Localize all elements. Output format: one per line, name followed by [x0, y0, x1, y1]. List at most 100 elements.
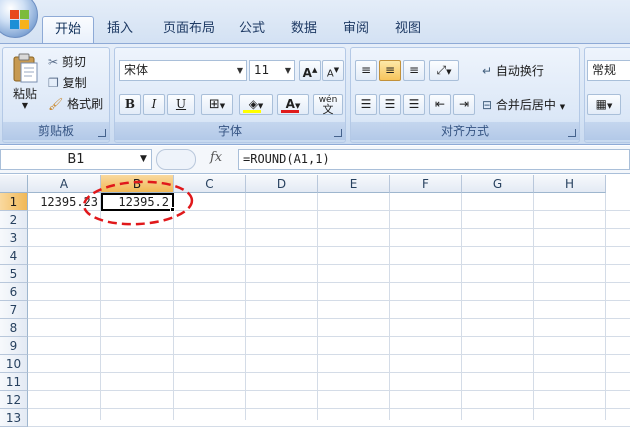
- row-header-10[interactable]: 10: [0, 355, 28, 373]
- tab-review[interactable]: 审阅: [336, 16, 376, 42]
- row-gridline: [28, 354, 630, 355]
- formula-input[interactable]: =ROUND(A1,1): [238, 149, 630, 170]
- column-header-h[interactable]: H: [534, 175, 606, 193]
- row-header-12[interactable]: 12: [0, 391, 28, 409]
- font-size-value: 11: [254, 63, 270, 77]
- grow-font-icon: A: [302, 66, 312, 80]
- row-header-1[interactable]: 1: [0, 193, 28, 211]
- paste-button[interactable]: 粘贴 ▼: [7, 50, 43, 114]
- clipboard-group: 粘贴 ▼ ✂ 剪切 ❐ 复制 🖌 格式刷 剪贴板: [2, 47, 110, 143]
- tab-data[interactable]: 数据: [284, 16, 324, 42]
- grow-font-button[interactable]: A▲: [299, 60, 321, 81]
- row-header-4[interactable]: 4: [0, 247, 28, 265]
- tab-page-layout[interactable]: 页面布局: [152, 16, 226, 42]
- office-logo-icon: [10, 10, 30, 30]
- paste-icon: [13, 53, 38, 83]
- row-header-5[interactable]: 5: [0, 265, 28, 283]
- row-header-13[interactable]: 13: [0, 409, 28, 427]
- chevron-down-icon: ▼: [284, 66, 292, 75]
- chevron-down-icon: ▼: [21, 101, 29, 110]
- align-top-icon: ≡: [360, 63, 372, 77]
- align-left-button[interactable]: ☰: [355, 94, 377, 115]
- alignment-dialog-launcher[interactable]: [568, 129, 576, 137]
- number-format-combobox[interactable]: 常规: [587, 60, 630, 81]
- decrease-indent-button[interactable]: ⇤: [429, 94, 451, 115]
- column-header-g[interactable]: G: [462, 175, 534, 193]
- phonetic-button[interactable]: wén 文: [313, 94, 343, 115]
- align-bottom-icon: ≡: [408, 63, 420, 77]
- orientation-button[interactable]: ⤢▼: [429, 60, 459, 81]
- fill-color-swatch: [243, 110, 261, 113]
- cut-label: 剪切: [61, 55, 86, 69]
- copy-icon: ❐: [48, 76, 59, 90]
- row-header-9[interactable]: 9: [0, 337, 28, 355]
- select-all-button[interactable]: [0, 175, 28, 193]
- column-gridline: [533, 193, 534, 420]
- fill-color-button[interactable]: ◈▼: [239, 94, 273, 115]
- font-name-combobox[interactable]: 宋体 ▼: [119, 60, 247, 81]
- name-box[interactable]: B1: [0, 149, 152, 170]
- row-gridline: [28, 246, 630, 247]
- column-header-e[interactable]: E: [318, 175, 390, 193]
- borders-button[interactable]: ⊞▼: [201, 94, 233, 115]
- format-painter-button[interactable]: 🖌 格式刷: [47, 93, 109, 115]
- clipboard-dialog-launcher[interactable]: [98, 129, 106, 137]
- formula-bar: B1 ▼ fx =ROUND(A1,1): [0, 146, 630, 174]
- row-header-7[interactable]: 7: [0, 301, 28, 319]
- row-gridline: [28, 264, 630, 265]
- column-header-f[interactable]: F: [390, 175, 462, 193]
- row-header-8[interactable]: 8: [0, 319, 28, 337]
- increase-indent-button[interactable]: ⇥: [453, 94, 475, 115]
- font-dialog-launcher[interactable]: [334, 129, 342, 137]
- row-header-6[interactable]: 6: [0, 283, 28, 301]
- column-gridline: [389, 193, 390, 420]
- column-header-d[interactable]: D: [246, 175, 318, 193]
- cut-button[interactable]: ✂ 剪切: [47, 51, 107, 73]
- tab-formulas[interactable]: 公式: [232, 16, 272, 42]
- shrink-font-button[interactable]: A▼: [322, 60, 344, 81]
- ribbon: 粘贴 ▼ ✂ 剪切 ❐ 复制 🖌 格式刷 剪贴板 宋体 ▼ 11 ▼ A▲ A▼…: [0, 43, 630, 145]
- merge-center-label: 合并后居中: [495, 98, 556, 112]
- copy-button[interactable]: ❐ 复制: [47, 72, 107, 94]
- align-middle-button[interactable]: ≡: [379, 60, 401, 81]
- row-header-3[interactable]: 3: [0, 229, 28, 247]
- currency-format-button[interactable]: ▦▼: [587, 94, 621, 115]
- quick-access-toolbar[interactable]: [42, 0, 172, 10]
- underline-button[interactable]: U: [167, 94, 195, 115]
- row-gridline: [28, 300, 630, 301]
- increase-indent-icon: ⇥: [458, 97, 470, 111]
- italic-button[interactable]: I: [143, 94, 165, 115]
- currency-icon: ▦: [595, 97, 607, 111]
- format-painter-label: 格式刷: [67, 97, 104, 111]
- tab-insert[interactable]: 插入: [98, 16, 142, 42]
- row-header-2[interactable]: 2: [0, 211, 28, 229]
- chevron-down-icon[interactable]: ▼: [140, 154, 147, 164]
- align-bottom-button[interactable]: ≡: [403, 60, 425, 81]
- align-center-icon: ☰: [384, 97, 396, 111]
- tab-home[interactable]: 开始: [42, 16, 94, 44]
- merge-center-button[interactable]: ⊟ 合并后居中 ▼: [481, 94, 577, 116]
- row-header-11[interactable]: 11: [0, 373, 28, 391]
- ribbon-tab-bar: 开始 插入 页面布局 公式 数据 审阅 视图: [0, 0, 630, 44]
- font-color-button[interactable]: A▼: [277, 94, 309, 115]
- row-gridline: [28, 336, 630, 337]
- font-group-label: 字体: [115, 122, 345, 140]
- insert-function-button[interactable]: fx: [210, 150, 234, 169]
- chevron-down-icon: ▼: [559, 103, 566, 111]
- wrap-text-button[interactable]: ↵ 自动换行: [481, 60, 577, 82]
- formula-bar-expand-handle[interactable]: [156, 149, 196, 170]
- row-gridline: [28, 282, 630, 283]
- worksheet-grid[interactable]: ABCDEFGH 1 2 3 4 5 6 7 8 9 10 11 12 13 12395.23 1239…: [0, 175, 630, 427]
- paintbrush-icon: 🖌: [48, 97, 64, 111]
- formula-bar-controls: fx: [156, 149, 234, 170]
- bold-button[interactable]: B: [119, 94, 141, 115]
- number-group: 常规 ▦▼: [584, 47, 630, 143]
- wrap-text-label: 自动换行: [495, 64, 544, 78]
- align-top-button[interactable]: ≡: [355, 60, 377, 81]
- font-size-combobox[interactable]: 11 ▼: [249, 60, 295, 81]
- paint-bucket-icon: ◈: [248, 97, 258, 111]
- align-center-button[interactable]: ☰: [379, 94, 401, 115]
- align-right-button[interactable]: ☰: [403, 94, 425, 115]
- tab-view[interactable]: 视图: [388, 16, 428, 42]
- column-gridline: [245, 193, 246, 420]
